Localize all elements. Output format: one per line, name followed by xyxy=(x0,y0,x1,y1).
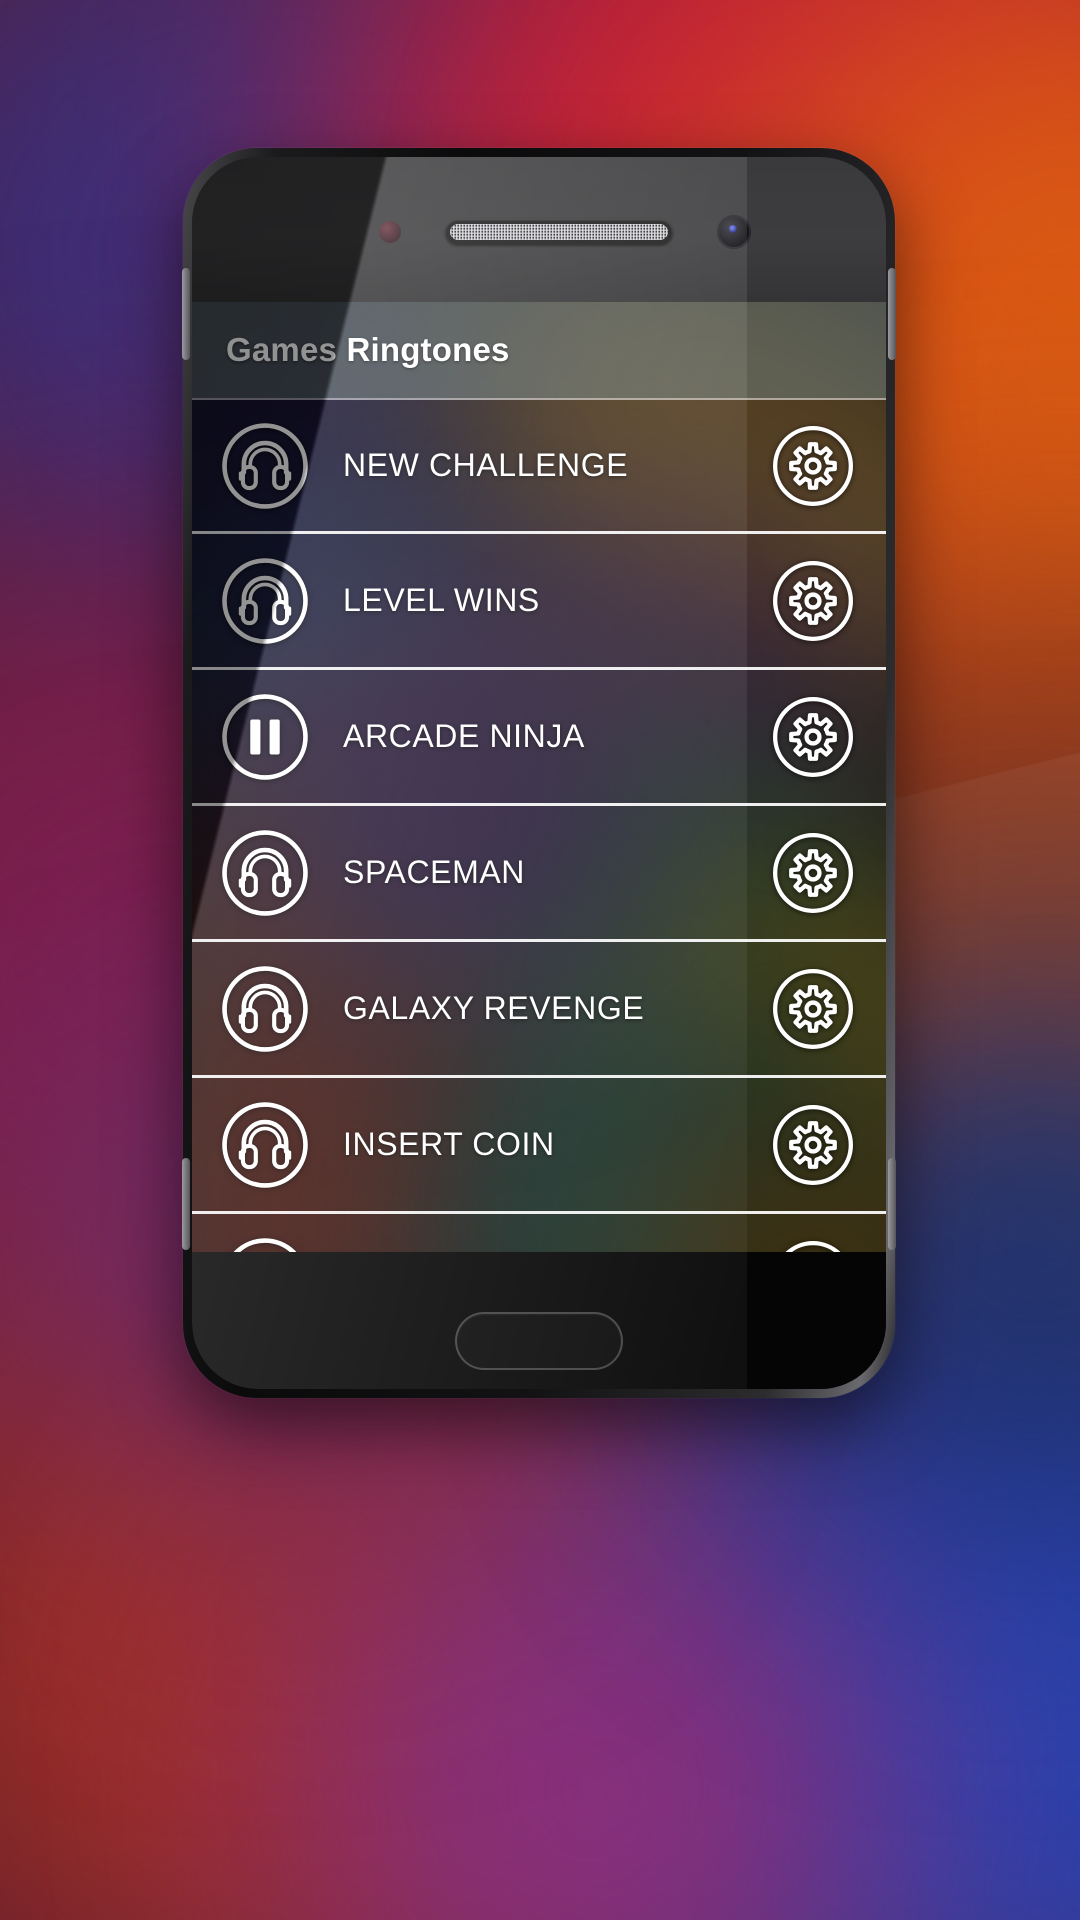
play-pause-button[interactable] xyxy=(219,555,311,647)
ringtone-row[interactable]: LEVEL WINS xyxy=(192,534,886,670)
ringtone-row[interactable]: SPACEMAN xyxy=(192,806,886,942)
frame-accent xyxy=(182,1158,190,1250)
headphones-icon xyxy=(222,422,308,509)
ringtone-settings-button[interactable] xyxy=(770,558,856,644)
app-header: Games Ringtones xyxy=(192,302,886,398)
gear-icon xyxy=(773,425,853,506)
play-pause-button[interactable] xyxy=(219,1099,311,1191)
page-title: Games Ringtones xyxy=(226,331,510,368)
headphones-icon xyxy=(222,1101,308,1188)
top-bezel xyxy=(192,157,886,302)
ringtone-settings-button[interactable] xyxy=(770,1238,856,1252)
frame-accent xyxy=(888,268,896,360)
play-pause-button[interactable] xyxy=(219,691,311,783)
ringtone-name: GALAXY REVENGE xyxy=(343,990,645,1026)
frame-accent xyxy=(888,1158,896,1250)
front-camera-icon xyxy=(717,215,751,249)
play-pause-button[interactable] xyxy=(219,827,311,919)
gear-icon xyxy=(784,1240,842,1252)
ringtone-name: NEW CHALLENGE xyxy=(343,447,629,483)
play-pause-button[interactable] xyxy=(219,963,311,1055)
headphones-icon xyxy=(222,557,308,644)
proximity-sensor-icon xyxy=(379,221,401,243)
headphones-icon xyxy=(233,1237,297,1252)
gear-icon xyxy=(773,1104,853,1185)
app-viewport: Games Ringtones NEW CHALLENGE LEVEL WINS xyxy=(192,302,886,1252)
phone-screen: Games Ringtones NEW CHALLENGE LEVEL WINS xyxy=(192,157,886,1389)
ringtone-settings-button[interactable] xyxy=(770,694,856,780)
frame-accent xyxy=(182,268,190,360)
home-button[interactable] xyxy=(455,1312,623,1370)
ringtone-list: NEW CHALLENGE LEVEL WINS ARCADE NINJA SP… xyxy=(192,398,886,1252)
gear-icon xyxy=(773,832,853,913)
headphones-icon xyxy=(222,965,308,1052)
ringtone-name: LEVEL WINS xyxy=(343,582,540,618)
ringtone-row[interactable]: INSERT COIN xyxy=(192,1078,886,1214)
ringtone-name: ARCADE NINJA xyxy=(343,718,585,754)
ringtone-settings-button[interactable] xyxy=(770,1102,856,1188)
ringtone-name: SPACEMAN xyxy=(343,854,526,890)
gear-icon xyxy=(773,696,853,777)
pause-icon xyxy=(222,693,308,780)
ringtone-row[interactable]: NEW CHALLENGE xyxy=(192,398,886,534)
gear-icon xyxy=(773,560,853,641)
earpiece-speaker-icon xyxy=(445,219,673,245)
ringtone-row[interactable]: GALAXY REVENGE xyxy=(192,942,886,1078)
bottom-bezel xyxy=(192,1252,886,1389)
play-pause-button[interactable] xyxy=(219,1235,311,1252)
ringtone-name: INSERT COIN xyxy=(343,1126,555,1162)
ringtone-settings-button[interactable] xyxy=(770,830,856,916)
ringtone-row[interactable]: ARCADE NINJA xyxy=(192,670,886,806)
phone-device: Games Ringtones NEW CHALLENGE LEVEL WINS xyxy=(182,148,896,1398)
play-pause-button[interactable] xyxy=(219,420,311,512)
ringtone-settings-button[interactable] xyxy=(770,966,856,1052)
ringtone-row[interactable]: BONUS xyxy=(192,1214,886,1252)
headphones-icon xyxy=(222,829,308,916)
ringtone-settings-button[interactable] xyxy=(770,423,856,509)
gear-icon xyxy=(773,968,853,1049)
